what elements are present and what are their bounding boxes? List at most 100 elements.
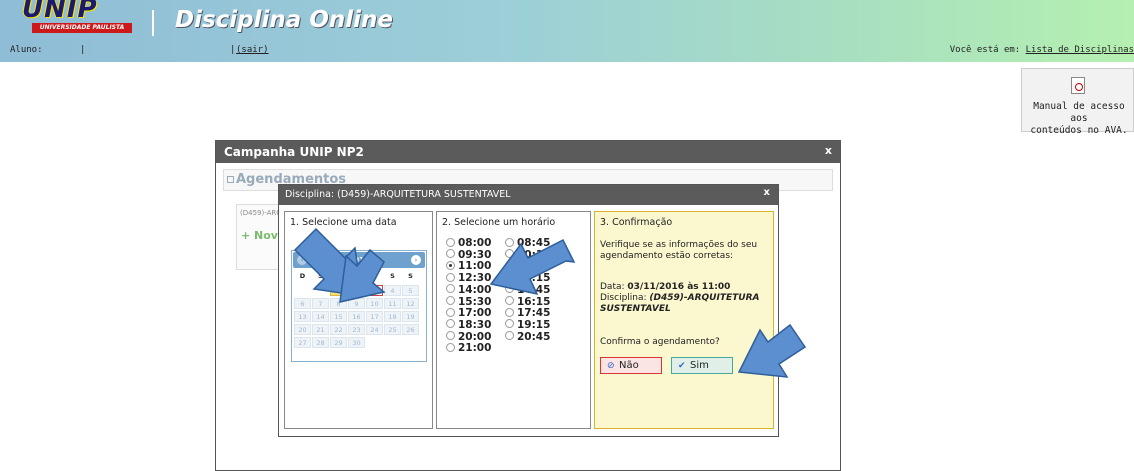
- calendar-weekday: D: [299, 272, 306, 280]
- calendar-day[interactable]: 11: [384, 298, 401, 309]
- time-option[interactable]: 20:00: [446, 331, 491, 343]
- calendar-day[interactable]: 6: [294, 298, 311, 309]
- time-label: 18:30: [458, 318, 492, 331]
- time-label: 10:15: [517, 248, 551, 261]
- radio-button[interactable]: [446, 319, 455, 329]
- breadcrumb-prefix: Você está em:: [949, 45, 1026, 55]
- calendar-day[interactable]: 16: [348, 311, 365, 322]
- radio-button[interactable]: [505, 284, 514, 294]
- calendar-day[interactable]: 7: [312, 298, 329, 309]
- app-title: Disciplina Online: [175, 7, 393, 33]
- time-option[interactable]: 21:00: [446, 342, 491, 354]
- calendar-day[interactable]: 22: [330, 324, 347, 335]
- calendar-day[interactable]: 19: [402, 311, 419, 322]
- time-option[interactable]: 08:00: [446, 237, 491, 249]
- radio-button[interactable]: [505, 237, 514, 247]
- radio-button[interactable]: [446, 331, 455, 341]
- calendar-day[interactable]: 4: [384, 285, 401, 296]
- time-column: 2. Selecione um horário 08:00 08:45 09:30 1…: [436, 211, 591, 429]
- time-label: 20:00: [458, 330, 492, 343]
- confirm-message-line1: Verifique se as informações do seu: [600, 240, 758, 250]
- radio-button[interactable]: [446, 307, 455, 317]
- calendar-day[interactable]: 5: [402, 285, 419, 296]
- calendar-weekday: S: [318, 272, 323, 280]
- step2-title: 2. Selecione um horário: [442, 217, 556, 228]
- confirm-date: Data: 03/11/2016 às 11:00: [600, 282, 730, 293]
- radio-button[interactable]: [446, 237, 455, 247]
- calendar-day[interactable]: 25: [384, 324, 401, 335]
- time-option[interactable]: 08:45: [505, 237, 550, 249]
- time-label: 14:00: [458, 283, 492, 296]
- campaign-close-button[interactable]: x: [825, 144, 832, 157]
- calendar-day[interactable]: 21: [312, 324, 329, 335]
- time-option[interactable]: 12:30: [446, 272, 491, 284]
- yes-button[interactable]: ✔ Sim: [671, 357, 733, 374]
- time-option[interactable]: 16:15: [505, 296, 550, 308]
- breadcrumb-link[interactable]: Lista de Disciplinas: [1026, 45, 1134, 55]
- calendar-day[interactable]: 26: [402, 324, 419, 335]
- radio-button[interactable]: [505, 319, 514, 329]
- time-option[interactable]: 17:45: [505, 307, 550, 319]
- calendar-day[interactable]: 28: [312, 337, 329, 348]
- no-button[interactable]: ⊘ Não: [600, 357, 662, 374]
- confirm-message-line2: agendamento estão corretas:: [600, 251, 734, 261]
- time-option[interactable]: 11:00: [446, 260, 491, 272]
- calendar-day[interactable]: 15: [330, 311, 347, 322]
- radio-button[interactable]: [446, 284, 455, 294]
- calendar: ‹ 2016 › D S T Q Q S S 1 2 3 4 5 6 7 8 9 10 11 12 13 14 15 16 1…: [291, 250, 427, 362]
- calendar-day[interactable]: 14: [312, 311, 329, 322]
- logout-link[interactable]: (sair): [236, 45, 269, 55]
- time-option[interactable]: 15:30: [446, 296, 491, 308]
- calendar-day[interactable]: 17: [366, 311, 383, 322]
- calendar-day[interactable]: 27: [294, 337, 311, 348]
- radio-button[interactable]: [505, 249, 514, 259]
- time-option[interactable]: 14:00: [446, 284, 491, 296]
- calendar-day[interactable]: 30: [348, 337, 365, 348]
- campaign-title: Campanha UNIP NP2: [216, 141, 840, 163]
- radio-button[interactable]: [505, 296, 514, 305]
- calendar-day[interactable]: 12: [402, 298, 419, 309]
- step1-title: 1. Selecione uma data: [290, 217, 397, 228]
- unip-logo: UNIP UNIVERSIDADE PAULISTA: [10, 0, 132, 33]
- time-option[interactable]: 19:15: [505, 319, 550, 331]
- calendar-day[interactable]: 9: [348, 298, 365, 309]
- time-label: 14:45: [517, 283, 551, 296]
- time-label: 11:45: [517, 260, 551, 273]
- calendar-day[interactable]: 2: [348, 285, 365, 296]
- calendar-day[interactable]: 3: [366, 285, 383, 296]
- manual-line2: conteúdos no AVA.: [1030, 125, 1128, 136]
- time-option[interactable]: 20:45: [505, 331, 550, 343]
- calendar-day[interactable]: 13: [294, 311, 311, 322]
- calendar-weekday: T: [336, 272, 341, 280]
- no-label: Não: [619, 360, 639, 371]
- calendar-day[interactable]: 8: [330, 298, 347, 309]
- radio-button[interactable]: [505, 260, 514, 270]
- time-option[interactable]: 10:15: [505, 249, 550, 261]
- time-option[interactable]: 13:15: [505, 272, 550, 284]
- time-option[interactable]: 11:45: [505, 260, 550, 272]
- calendar-day[interactable]: 29: [330, 337, 347, 348]
- time-option[interactable]: 09:30: [446, 249, 491, 261]
- radio-button[interactable]: [446, 296, 455, 305]
- calendar-day[interactable]: 18: [384, 311, 401, 322]
- calendar-weekday: S: [408, 272, 413, 280]
- calendar-day[interactable]: 10: [366, 298, 383, 309]
- radio-button[interactable]: [505, 307, 514, 317]
- radio-button[interactable]: [446, 342, 455, 352]
- manual-link[interactable]: Manual de acesso aos conteúdos no AVA.: [1021, 68, 1134, 136]
- calendar-next-icon[interactable]: ›: [411, 255, 421, 265]
- separator: |: [230, 45, 236, 55]
- calendar-day[interactable]: 24: [366, 324, 383, 335]
- radio-button[interactable]: [505, 272, 514, 282]
- radio-button[interactable]: [446, 249, 455, 259]
- dialog-close-button[interactable]: x: [764, 187, 770, 198]
- radio-button[interactable]: [505, 331, 514, 341]
- radio-button[interactable]: [446, 260, 455, 270]
- time-option[interactable]: 18:30: [446, 319, 491, 331]
- time-option[interactable]: 14:45: [505, 284, 550, 296]
- calendar-day[interactable]: 1: [330, 285, 347, 296]
- radio-button[interactable]: [446, 272, 455, 282]
- calendar-day[interactable]: 20: [294, 324, 311, 335]
- time-option[interactable]: 17:00: [446, 307, 491, 319]
- calendar-day[interactable]: 23: [348, 324, 365, 335]
